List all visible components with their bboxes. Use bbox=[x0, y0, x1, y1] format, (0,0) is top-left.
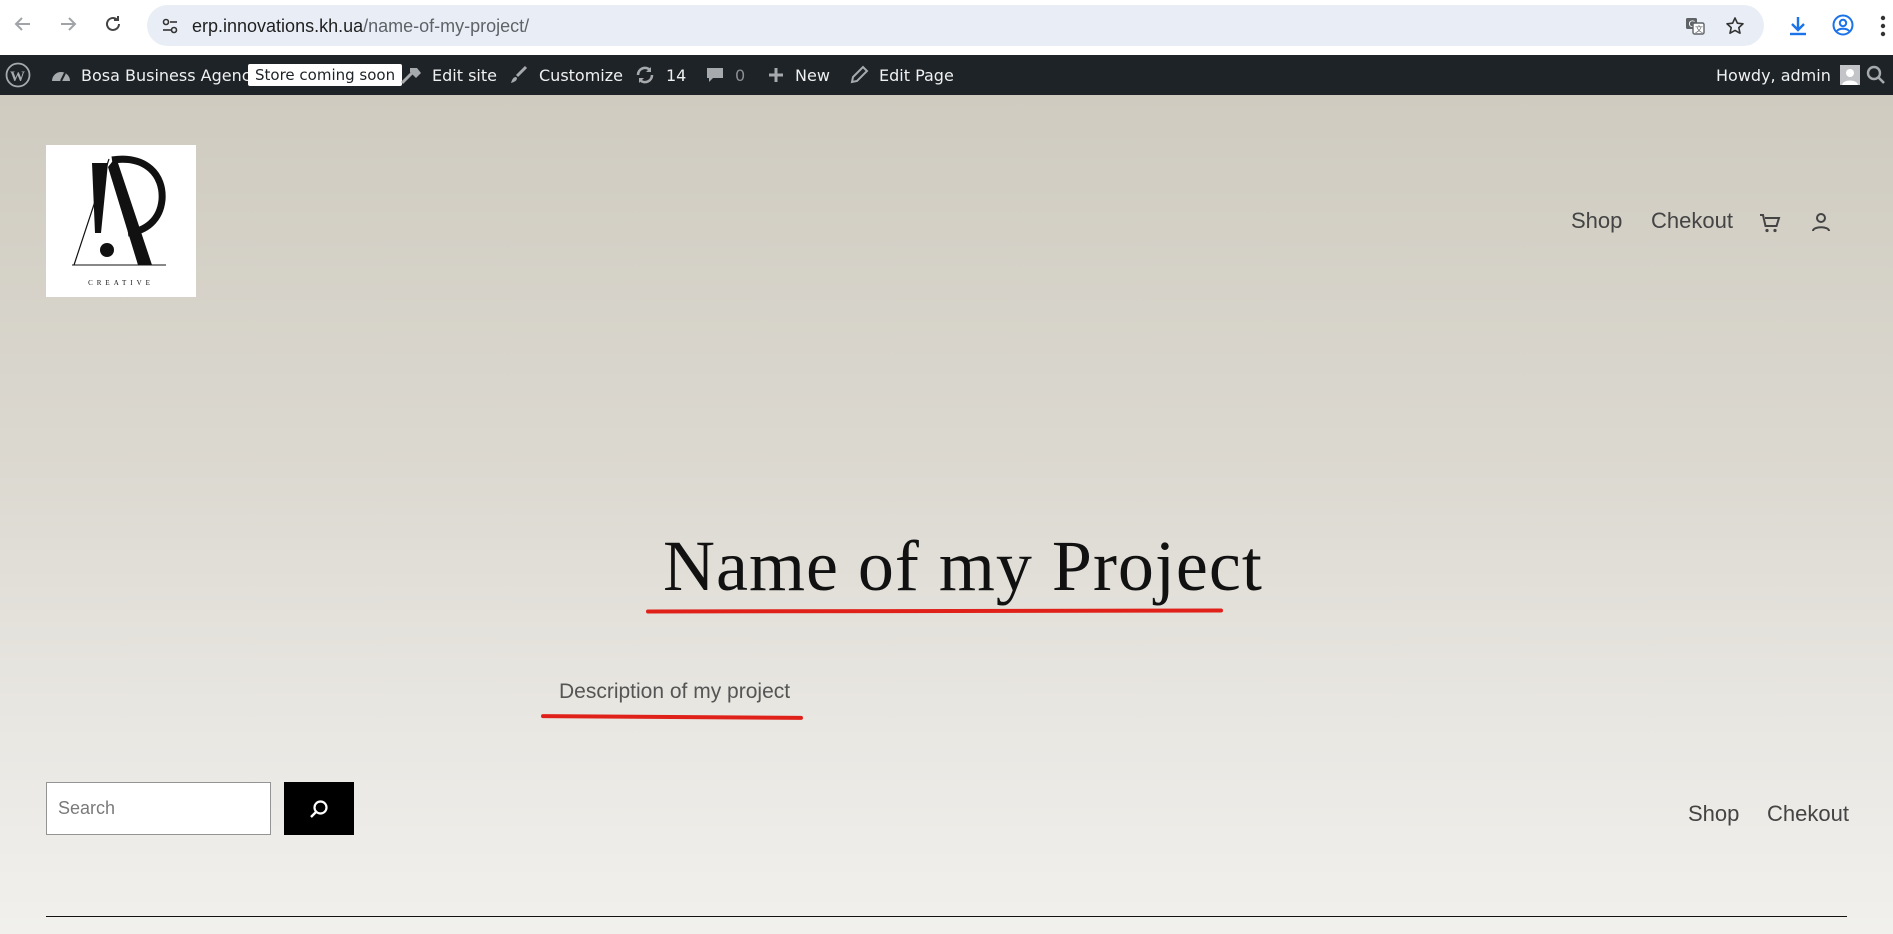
profile-icon[interactable] bbox=[1830, 12, 1856, 38]
footer-nav-shop[interactable]: Shop bbox=[1688, 801, 1739, 827]
title-red-underline-annotation bbox=[645, 608, 1224, 614]
howdy-label: Howdy, admin bbox=[1716, 65, 1831, 85]
updates-link[interactable]: 14 bbox=[634, 55, 686, 95]
logo-mark-icon bbox=[72, 155, 166, 266]
header-nav-checkout[interactable]: Chekout bbox=[1651, 208, 1733, 234]
adminbar-search-icon[interactable] bbox=[1866, 55, 1886, 95]
paintbrush-icon bbox=[509, 65, 529, 85]
url-path: /name-of-my-project/ bbox=[363, 16, 530, 36]
logo-subtext: CREATIVE bbox=[88, 279, 154, 287]
account-menu[interactable]: Howdy, admin bbox=[1716, 55, 1860, 95]
updates-refresh-icon bbox=[634, 65, 656, 85]
bookmark-star-icon[interactable] bbox=[1723, 14, 1747, 38]
new-content-link[interactable]: New bbox=[767, 55, 830, 95]
back-arrow-icon[interactable] bbox=[11, 12, 35, 36]
customize-label: Customize bbox=[539, 65, 623, 85]
comments-count: 0 bbox=[735, 65, 746, 85]
store-badge-label: Store coming soon bbox=[248, 64, 403, 86]
pencil-icon bbox=[849, 65, 869, 85]
forward-arrow-icon[interactable] bbox=[56, 12, 80, 36]
site-name: Bosa Business Agency bbox=[81, 65, 260, 85]
edit-page-label: Edit Page bbox=[879, 65, 954, 85]
avatar bbox=[1839, 65, 1860, 85]
translate-icon[interactable]: G文 bbox=[1683, 14, 1707, 38]
edit-site-link[interactable]: Edit site bbox=[400, 55, 497, 95]
comments-link[interactable]: 0 bbox=[705, 55, 745, 95]
svg-text:文: 文 bbox=[1695, 24, 1703, 34]
header-nav-shop[interactable]: Shop bbox=[1571, 208, 1622, 234]
comment-bubble-icon bbox=[705, 65, 725, 85]
svg-text:W: W bbox=[10, 69, 25, 85]
search-input[interactable] bbox=[46, 782, 271, 835]
wp-admin-bar: W Bosa Business Agency Store coming soon… bbox=[0, 55, 1893, 95]
search-icon bbox=[308, 798, 330, 820]
description-red-underline-annotation bbox=[540, 714, 804, 720]
new-label: New bbox=[795, 65, 830, 85]
edit-page-link[interactable]: Edit Page bbox=[849, 55, 954, 95]
search-button[interactable] bbox=[284, 782, 354, 835]
page-description: Description of my project bbox=[559, 680, 791, 703]
browser-toolbar: erp.innovations.kh.ua/name-of-my-project… bbox=[0, 0, 1893, 55]
wordpress-logo-icon[interactable]: W bbox=[5, 55, 31, 95]
url-host: erp.innovations.kh.ua bbox=[192, 16, 364, 36]
hammer-icon bbox=[400, 65, 422, 85]
site-info-icon[interactable] bbox=[159, 15, 181, 37]
menu-dots-icon[interactable] bbox=[1876, 13, 1890, 39]
account-user-icon[interactable] bbox=[1808, 209, 1834, 235]
plus-icon bbox=[767, 66, 785, 84]
download-icon[interactable] bbox=[1785, 13, 1811, 39]
page-title: Name of my Project bbox=[663, 526, 1263, 606]
customize-link[interactable]: Customize bbox=[509, 55, 623, 95]
store-coming-soon-badge[interactable]: Store coming soon bbox=[248, 55, 403, 95]
reload-icon[interactable] bbox=[101, 12, 125, 36]
edit-site-label: Edit site bbox=[432, 65, 497, 85]
address-bar[interactable]: erp.innovations.kh.ua/name-of-my-project… bbox=[147, 5, 1764, 46]
page-body: CREATIVE Shop Chekout Name of my Project… bbox=[0, 95, 1893, 934]
dashboard-gauge-icon bbox=[50, 66, 72, 84]
footer-nav-checkout[interactable]: Chekout bbox=[1767, 801, 1849, 827]
cart-icon[interactable] bbox=[1757, 210, 1783, 236]
footer-divider bbox=[46, 916, 1847, 917]
updates-count: 14 bbox=[666, 65, 687, 85]
site-logo[interactable]: CREATIVE bbox=[46, 145, 196, 297]
site-name-menu[interactable]: Bosa Business Agency bbox=[50, 55, 260, 95]
url-text[interactable]: erp.innovations.kh.ua/name-of-my-project… bbox=[192, 16, 529, 37]
